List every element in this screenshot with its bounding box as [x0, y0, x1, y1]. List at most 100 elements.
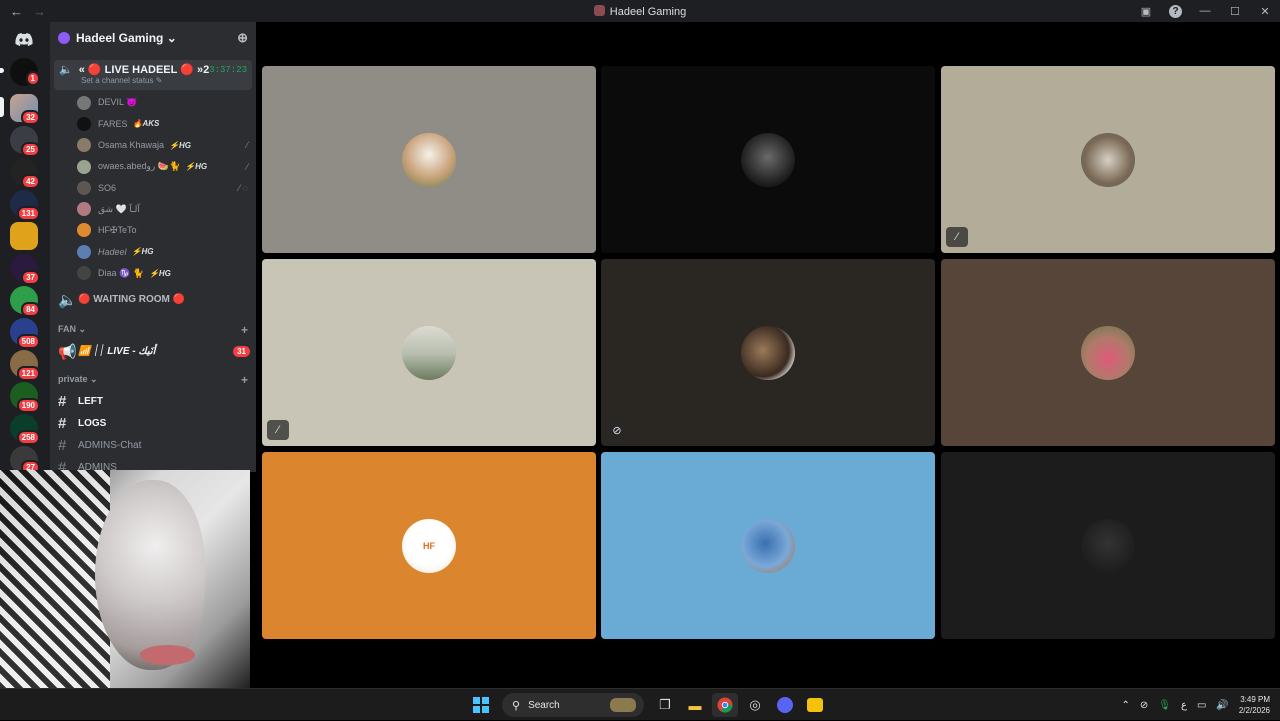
avatar — [77, 116, 91, 131]
participant-tile[interactable]: ⁄ — [262, 259, 596, 446]
deafened-icon: ⊘ — [606, 420, 628, 440]
camera-off-icon[interactable]: ⊘ — [1140, 700, 1148, 711]
participant-tile[interactable]: ⁄ — [941, 66, 1275, 253]
mention-badge: 1 — [25, 71, 40, 86]
participant-tile[interactable]: HF — [262, 452, 596, 639]
category-fan[interactable]: FAN ⌄ + — [50, 319, 256, 341]
participant-tile[interactable] — [601, 66, 935, 253]
voice-member[interactable]: SO6 ⁄ ◌ — [50, 177, 256, 198]
avatar — [741, 132, 795, 187]
forward-arrow-icon[interactable]: → — [33, 4, 46, 19]
selected-pill — [0, 97, 4, 117]
channel-logs[interactable]: # LOGS — [50, 413, 256, 435]
help-icon[interactable]: ? — [1169, 4, 1182, 18]
avatar — [77, 223, 91, 238]
participant-tile[interactable]: ⊘ — [601, 259, 935, 446]
hash-icon: # — [58, 393, 67, 411]
server-list: 1 32 25 42 131 37 84 508 121 190 258 27 — [0, 22, 50, 472]
voice-member[interactable]: Diaa ♑ 🐈 ⚡HG — [50, 262, 256, 283]
active-voice-channel[interactable]: 🔈 « 🔴 LIVE HADEEL 🔴 »2 3:37:23 Set a cha… — [54, 60, 252, 90]
voice-member[interactable]: owaes.abedرو 🍉🐈 ⚡HG ⁄ — [50, 156, 256, 177]
voice-member[interactable]: Hadeel ⚡HG — [50, 241, 256, 262]
discord-home-icon[interactable] — [10, 26, 38, 54]
network-icon[interactable]: ▭ — [1197, 700, 1206, 711]
channel-live[interactable]: 📢 📶 ׀׀ LIVE - أنَيك 31 — [50, 341, 256, 363]
voice-member[interactable]: HF✠TeTo — [50, 220, 256, 241]
unread-pill — [0, 68, 4, 73]
channel-admins-chat[interactable]: # ADMINS-Chat — [50, 435, 256, 457]
channel-left[interactable]: # LEFT — [50, 391, 256, 413]
maximize-button[interactable]: ☐ — [1220, 0, 1250, 22]
voice-member[interactable]: FARES 🔥AKS — [50, 113, 256, 134]
avatar — [402, 325, 456, 380]
back-arrow-icon[interactable]: ← — [10, 4, 23, 19]
muted-mic-icon: ⁄ — [246, 140, 248, 151]
search-box[interactable]: ⚲ Search — [502, 693, 644, 717]
title-bar: ← → Hadeel Gaming ▣ ? — ☐ ✕ — [0, 0, 1280, 22]
voice-member[interactable]: آلـآ 🤍 شق — [50, 198, 256, 219]
mention-badge: 508 — [16, 334, 40, 349]
avatar — [77, 202, 91, 217]
search-icon: ⚲ — [512, 699, 521, 712]
portrait-lips — [140, 645, 195, 665]
participant-tile[interactable] — [941, 259, 1275, 446]
participant-tile[interactable] — [941, 452, 1275, 639]
app-icon[interactable] — [802, 693, 828, 717]
minimize-button[interactable]: — — [1190, 0, 1220, 22]
channel-status[interactable]: Set a channel status ✎ — [59, 76, 247, 85]
windows-logo-icon — [473, 697, 489, 713]
taskbar-apps: ⚲ Search ❐ ▬ ◎ — [468, 693, 828, 717]
voice-members: DEVIL 😈 FARES 🔥AKS Osama Khawaja ⚡HG ⁄ owae… — [50, 92, 256, 284]
mention-badge: 37 — [21, 270, 40, 285]
inbox-icon[interactable]: ▣ — [1131, 0, 1161, 22]
taskbar: ⚲ Search ❐ ▬ ◎ ⌃ ⊘ 🎙 ع ▭ 🔊 3:49 PM 2/2/2… — [0, 688, 1280, 720]
invite-user-icon[interactable]: ⊕ — [237, 30, 248, 46]
mention-badge: 258 — [16, 430, 40, 445]
voice-timer: 3:37:23 — [209, 64, 248, 75]
voice-member[interactable]: Osama Khawaja ⚡HG ⁄ — [50, 135, 256, 156]
participant-tile[interactable] — [601, 452, 935, 639]
muted-mic-icon: ⁄ — [246, 161, 248, 172]
avatar — [741, 518, 795, 573]
file-explorer-icon[interactable]: ▬ — [682, 693, 708, 717]
chevron-up-icon[interactable]: ⌃ — [1122, 700, 1130, 711]
avatar — [1081, 132, 1135, 187]
avatar — [402, 132, 456, 187]
create-channel-icon[interactable]: + — [241, 323, 248, 337]
search-highlight-icon — [610, 698, 636, 712]
create-channel-icon[interactable]: + — [241, 373, 248, 387]
keffiyeh-pattern — [0, 470, 110, 690]
clock[interactable]: 3:49 PM 2/2/2026 — [1239, 694, 1270, 716]
nav-buttons: ← → — [0, 4, 46, 19]
discord-taskbar-icon[interactable] — [772, 693, 798, 717]
avatar — [1081, 518, 1135, 573]
hash-icon: # — [58, 437, 67, 455]
window-title: Hadeel Gaming — [0, 4, 1280, 18]
voice-channel-name: « 🔴 LIVE HADEEL 🔴 »2 — [78, 64, 210, 76]
start-button[interactable] — [468, 693, 494, 717]
mention-badge: 190 — [16, 398, 40, 413]
category-private[interactable]: private ⌄ + — [50, 369, 256, 391]
steam-icon[interactable]: ◎ — [742, 693, 768, 717]
guild-header[interactable]: Hadeel Gaming ⌄ ⊕ — [50, 22, 256, 54]
voice-stage: ⁄ ⁄ ⊘ HF — [256, 22, 1280, 688]
volume-icon[interactable]: 🔊 — [1216, 700, 1228, 711]
mention-badge: 42 — [21, 174, 40, 189]
microphone-icon[interactable]: 🎙 — [1158, 700, 1171, 711]
avatar — [77, 180, 91, 195]
language-indicator[interactable]: ع — [1181, 700, 1187, 711]
avatar — [741, 325, 795, 380]
close-button[interactable]: ✕ — [1250, 0, 1280, 22]
avatar — [77, 159, 91, 174]
task-view-icon[interactable]: ❐ — [652, 693, 678, 717]
unread-badge: 31 — [233, 346, 250, 358]
portrait-face — [95, 480, 205, 670]
participant-tile[interactable] — [262, 66, 596, 253]
chrome-icon[interactable] — [712, 693, 738, 717]
speaker-icon: 🔈 — [58, 291, 77, 309]
voice-member[interactable]: DEVIL 😈 — [50, 92, 256, 113]
server-icon[interactable] — [10, 222, 38, 250]
deafened-icon: ⁄ ◌ — [238, 182, 248, 193]
voice-channel-waiting-room[interactable]: 🔈 🔴 WAITING ROOM 🔴 — [50, 289, 256, 311]
avatar: HF — [402, 518, 456, 573]
